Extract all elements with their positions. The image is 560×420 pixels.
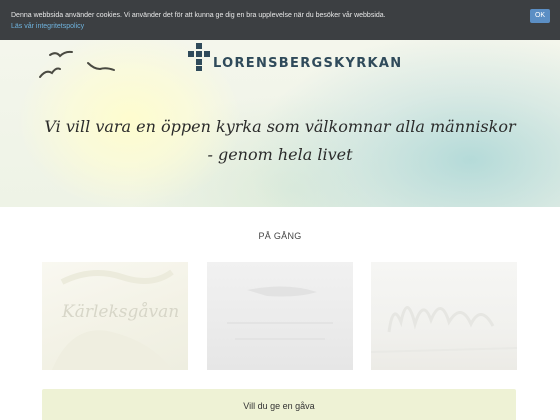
privacy-policy-link[interactable]: Läs vår integritetspolicy [11, 23, 84, 30]
event-card[interactable]: Kärleksgåvan [42, 262, 188, 370]
cookie-banner: Denna webbsida använder cookies. Vi anvä… [0, 0, 560, 40]
section-title: PÅ GÅNG [258, 231, 302, 241]
birds-icon [39, 50, 115, 78]
event-card[interactable] [371, 262, 517, 370]
tagline-line-1: Vi vill vara en öppen kyrka som välkomna… [44, 117, 516, 136]
donation-box[interactable]: Vill du ge en gåva [42, 389, 516, 420]
cookie-message: Denna webbsida använder cookies. Vi anvä… [11, 10, 391, 32]
cookie-ok-button[interactable]: OK [530, 9, 550, 23]
tagline-line-2: - genom hela livet [207, 145, 353, 164]
donation-title: Vill du ge en gåva [243, 401, 315, 411]
event-card[interactable] [207, 262, 353, 370]
card-title: Kärleksgåvan [62, 302, 180, 322]
page: Denna webbsida använder cookies. Vi anvä… [0, 0, 560, 420]
card-illustration [371, 306, 517, 353]
cookie-text: Denna webbsida använder cookies. Vi anvä… [11, 12, 386, 19]
logo-text: LORENSBERGSKYRKAN [213, 56, 403, 71]
card-illustration [227, 286, 333, 340]
cross-icon [188, 43, 210, 71]
hero-banner: LORENSBERGSKYRKAN Vi vill vara en öppen … [0, 40, 560, 207]
